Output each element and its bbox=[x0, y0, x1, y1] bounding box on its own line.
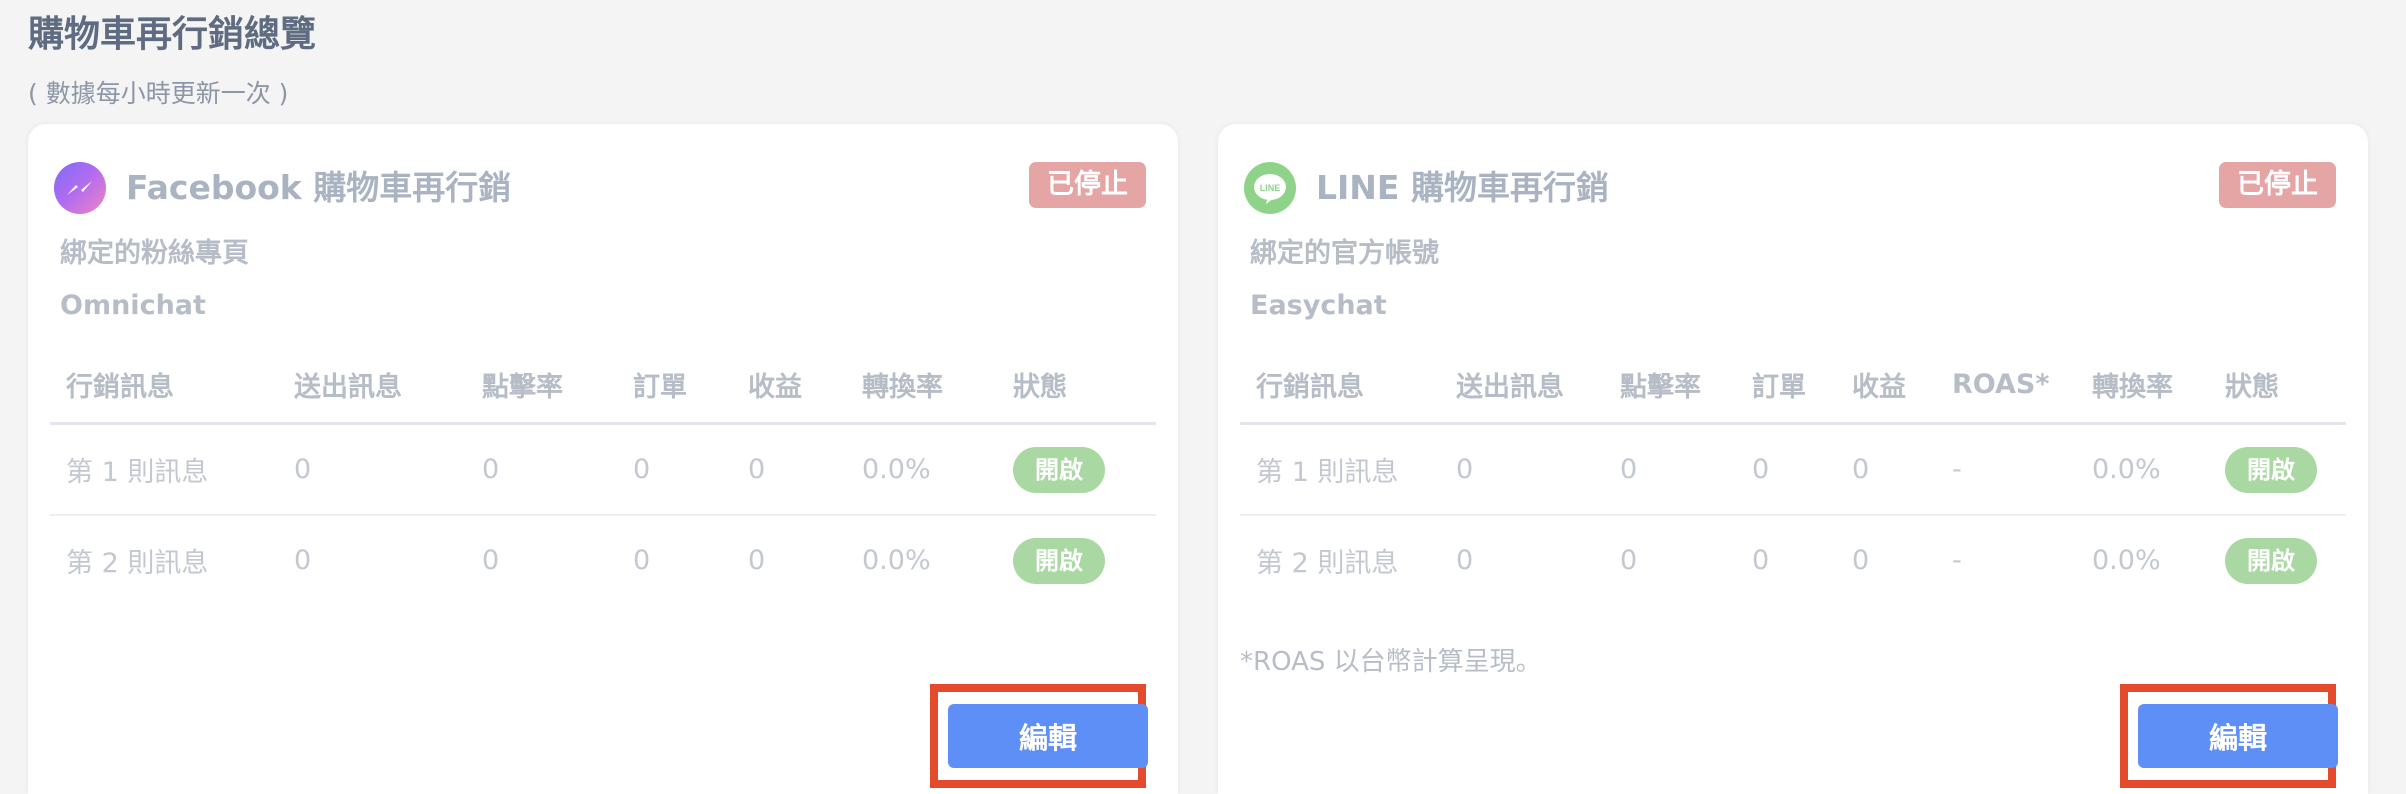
orders: 0 bbox=[633, 545, 651, 576]
line-icon-text: LINE bbox=[1260, 183, 1281, 193]
edit-button-highlight: 編輯 bbox=[930, 684, 1148, 788]
table-header-row: 行銷訊息 送出訊息 點擊率 訂單 收益 轉換率 狀態 bbox=[50, 346, 1156, 425]
column-header: 送出訊息 bbox=[1440, 346, 1604, 425]
column-header: 收益 bbox=[732, 346, 846, 425]
revenue: 0 bbox=[1852, 545, 1870, 576]
card-title: LINE 購物車再行銷 bbox=[1316, 168, 1609, 207]
card-title: Facebook 購物車再行銷 bbox=[126, 168, 512, 207]
table-row: 第 2 則訊息 0 0 0 0 0.0% 開啟 bbox=[50, 515, 1156, 605]
roas: - bbox=[1936, 423, 2076, 516]
stats-table: 行銷訊息 送出訊息 點擊率 訂單 收益 ROAS* 轉換率 狀態 第 1 則訊息… bbox=[1240, 346, 2346, 605]
page-subtitle: ( 數據每小時更新一次 ) bbox=[28, 79, 289, 108]
revenue: 0 bbox=[732, 423, 846, 516]
sent-count: 0 bbox=[1440, 423, 1604, 516]
column-header: 行銷訊息 bbox=[1240, 346, 1440, 425]
message-name: 第 1 則訊息 bbox=[50, 423, 278, 516]
messenger-icon bbox=[54, 162, 106, 214]
column-header: 轉換率 bbox=[846, 346, 997, 425]
column-header: 訂單 bbox=[1736, 346, 1836, 425]
table-row: 第 2 則訊息 0 0 0 0 - 0.0% 開啟 bbox=[1240, 515, 2346, 605]
conversion-rate: 0.0% bbox=[862, 545, 931, 576]
state-cell: 開啟 bbox=[997, 423, 1156, 516]
column-header: 轉換率 bbox=[2076, 346, 2209, 425]
column-header: 行銷訊息 bbox=[50, 346, 278, 425]
state-cell: 開啟 bbox=[997, 515, 1156, 605]
sent-count: 0 bbox=[1456, 545, 1474, 576]
message-name: 第 1 則訊息 bbox=[1240, 423, 1440, 516]
bound-account-value: Easychat bbox=[1250, 290, 1387, 321]
sent-count: 0 bbox=[278, 423, 466, 516]
edit-button[interactable]: 編輯 bbox=[2138, 704, 2338, 768]
revenue: 0 bbox=[748, 545, 766, 576]
column-header: 狀態 bbox=[997, 346, 1156, 425]
click-rate: 0 bbox=[1620, 545, 1638, 576]
click-rate: 0 bbox=[1604, 423, 1736, 516]
click-rate: 0 bbox=[466, 423, 617, 516]
bound-page-label: 綁定的粉絲專頁 bbox=[60, 238, 249, 269]
orders: 0 bbox=[617, 423, 732, 516]
message-name: 第 2 則訊息 bbox=[66, 548, 209, 579]
status-badge: 已停止 bbox=[1029, 162, 1146, 208]
enabled-badge: 開啟 bbox=[1013, 537, 1105, 584]
orders: 0 bbox=[1752, 545, 1770, 576]
enabled-badge: 開啟 bbox=[1013, 446, 1105, 493]
conversion-rate: 0.0% bbox=[846, 423, 997, 516]
column-header: 狀態 bbox=[2209, 346, 2346, 425]
table-row: 第 1 則訊息 0 0 0 0 - 0.0% 開啟 bbox=[1240, 423, 2346, 516]
state-cell: 開啟 bbox=[2209, 515, 2346, 605]
facebook-retargeting-card: Facebook 購物車再行銷 已停止 綁定的粉絲專頁 Omnichat 行銷訊… bbox=[28, 124, 1178, 794]
stats-table: 行銷訊息 送出訊息 點擊率 訂單 收益 轉換率 狀態 第 1 則訊息 0 0 0… bbox=[50, 346, 1156, 605]
table-row: 第 1 則訊息 0 0 0 0 0.0% 開啟 bbox=[50, 423, 1156, 516]
conversion-rate: 0.0% bbox=[2092, 545, 2161, 576]
column-header: ROAS* bbox=[1936, 346, 2076, 425]
sent-count: 0 bbox=[294, 545, 312, 576]
enabled-badge: 開啟 bbox=[2225, 537, 2317, 584]
state-cell: 開啟 bbox=[2209, 423, 2346, 516]
click-rate: 0 bbox=[482, 545, 500, 576]
roas-footnote: *ROAS 以台幣計算呈現。 bbox=[1240, 647, 1542, 677]
message-name: 第 2 則訊息 bbox=[1256, 548, 1399, 579]
status-badge: 已停止 bbox=[2219, 162, 2336, 208]
bound-account-label: 綁定的官方帳號 bbox=[1250, 238, 1439, 269]
page-title: 購物車再行銷總覽 bbox=[28, 14, 317, 55]
column-header: 點擊率 bbox=[466, 346, 617, 425]
edit-button[interactable]: 編輯 bbox=[948, 704, 1148, 768]
edit-button-highlight: 編輯 bbox=[2120, 684, 2338, 788]
line-retargeting-card: LINE LINE 購物車再行銷 已停止 綁定的官方帳號 Easychat 行銷… bbox=[1218, 124, 2368, 794]
column-header: 訂單 bbox=[617, 346, 732, 425]
column-header: 點擊率 bbox=[1604, 346, 1736, 425]
column-header: 送出訊息 bbox=[278, 346, 466, 425]
orders: 0 bbox=[1736, 423, 1836, 516]
table-header-row: 行銷訊息 送出訊息 點擊率 訂單 收益 ROAS* 轉換率 狀態 bbox=[1240, 346, 2346, 425]
enabled-badge: 開啟 bbox=[2225, 446, 2317, 493]
revenue: 0 bbox=[1836, 423, 1936, 516]
bound-page-value: Omnichat bbox=[60, 290, 206, 321]
line-icon: LINE bbox=[1244, 162, 1296, 214]
roas: - bbox=[1952, 545, 1962, 576]
column-header: 收益 bbox=[1836, 346, 1936, 425]
conversion-rate: 0.0% bbox=[2076, 423, 2209, 516]
